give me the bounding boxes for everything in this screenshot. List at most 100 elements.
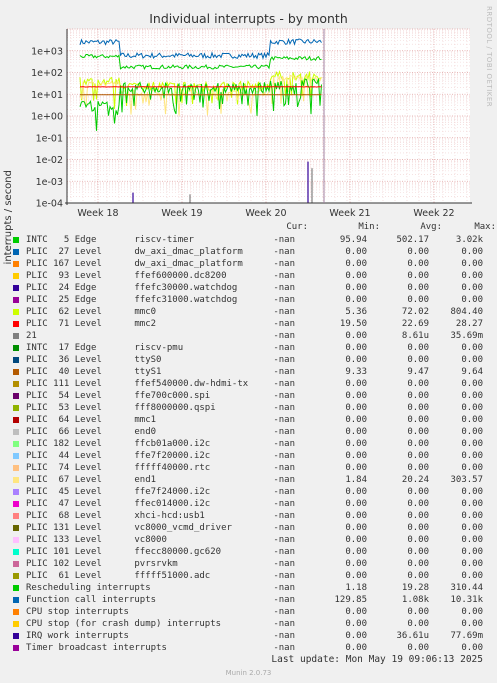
x-tick-label: Week 22 xyxy=(413,208,454,219)
legend-max: 0.00 xyxy=(461,547,483,557)
legend-cur: -nan xyxy=(273,283,295,293)
legend-cur: -nan xyxy=(273,355,295,365)
legend-avg: 0.00 xyxy=(407,283,429,293)
legend-avg: 72.02 xyxy=(401,307,429,317)
legend-avg: 0.00 xyxy=(407,391,429,401)
legend-max: 0.00 xyxy=(461,415,483,425)
legend-swatch xyxy=(13,573,19,579)
legend-row: PLIC 45 Level ffe7f24000.i2c -nan 0.00 0.00… xyxy=(13,486,493,498)
legend-swatch xyxy=(13,621,19,627)
legend-cur: -nan xyxy=(273,451,295,461)
legend-swatch xyxy=(13,285,19,291)
legend-label: PLIC 25 Edge ffefc31000.watchdog xyxy=(26,295,238,305)
legend-label: PLIC 45 Level ffe7f24000.i2c xyxy=(26,487,211,497)
legend-avg: 36.61u xyxy=(396,631,429,641)
legend-cur: -nan xyxy=(273,559,295,569)
legend-cur: -nan xyxy=(273,367,295,377)
legend-row: PLIC 36 Level ttyS0 -nan 0.00 0.00 0.00 xyxy=(13,354,493,366)
legend-swatch xyxy=(13,525,19,531)
legend-max: 0.00 xyxy=(461,403,483,413)
legend-label: PLIC 44 Level ffe7f20000.i2c xyxy=(26,451,211,461)
legend-max: 35.69m xyxy=(450,331,483,341)
legend-min: 0.00 xyxy=(345,283,367,293)
legend-max: 0.00 xyxy=(461,271,483,281)
legend-max: 0.00 xyxy=(461,523,483,533)
legend-min: 0.00 xyxy=(345,259,367,269)
legend-min: 0.00 xyxy=(345,631,367,641)
legend-swatch xyxy=(13,321,19,327)
legend-swatch xyxy=(13,465,19,471)
legend-avg: 0.00 xyxy=(407,559,429,569)
legend-swatch xyxy=(13,309,19,315)
legend-max: 0.00 xyxy=(461,487,483,497)
legend-row: INTC 17 Edge riscv-pmu -nan 0.00 0.00 0.00 xyxy=(13,342,493,354)
legend-label: PLIC 27 Level dw_axi_dmac_platform xyxy=(26,247,243,257)
legend-max: 77.69m xyxy=(450,631,483,641)
legend-avg: 0.00 xyxy=(407,547,429,557)
legend-avg: 0.00 xyxy=(407,535,429,545)
legend-cur: -nan xyxy=(273,319,295,329)
legend-label: 21 xyxy=(26,331,37,341)
legend-avg: 0.00 xyxy=(407,247,429,257)
legend-swatch xyxy=(13,405,19,411)
legend-cur: -nan xyxy=(273,439,295,449)
legend-cur: -nan xyxy=(273,259,295,269)
legend-label: PLIC 62 Level mmc0 xyxy=(26,307,157,317)
legend-label: INTC 5 Edge riscv-timer xyxy=(26,235,194,245)
legend-max: 0.00 xyxy=(461,511,483,521)
legend-cur: -nan xyxy=(273,547,295,557)
legend-label: Rescheduling interrupts xyxy=(26,583,151,593)
legend-min: 0.00 xyxy=(345,247,367,257)
legend-swatch xyxy=(13,537,19,543)
legend-avg: 502.17 xyxy=(396,235,429,245)
legend-swatch xyxy=(13,345,19,351)
legend-row: IRQ work interrupts -nan 0.00 36.61u 77.69m xyxy=(13,630,493,642)
legend-max: 0.00 xyxy=(461,619,483,629)
legend-avg: 0.00 xyxy=(407,463,429,473)
legend-min: 0.00 xyxy=(345,643,367,653)
munin-version: Munin 2.0.73 xyxy=(225,669,272,677)
legend-label: PLIC 182 Level ffcb01a000.i2c xyxy=(26,439,211,449)
legend-swatch xyxy=(13,369,19,375)
legend-min: 0.00 xyxy=(345,559,367,569)
legend-max: 28.27 xyxy=(455,319,483,329)
y-tick-label: 1e+03 xyxy=(31,46,63,57)
legend-cur: -nan xyxy=(273,475,295,485)
legend-max: 0.00 xyxy=(461,355,483,365)
legend-swatch xyxy=(13,237,19,243)
legend-max: 3.02k xyxy=(455,235,483,245)
legend-avg: 0.00 xyxy=(407,343,429,353)
legend-cur: -nan xyxy=(273,535,295,545)
legend-max: 9.64 xyxy=(461,367,483,377)
legend-swatch xyxy=(13,549,19,555)
legend-cur: -nan xyxy=(273,295,295,305)
legend-max: 0.00 xyxy=(461,247,483,257)
legend-cur: -nan xyxy=(273,271,295,281)
legend-label: PLIC 61 Level fffff51000.adc xyxy=(26,571,211,581)
legend-max: 0.00 xyxy=(461,643,483,653)
legend-avg: 0.00 xyxy=(407,451,429,461)
legend-min: 129.85 xyxy=(334,595,367,605)
legend-min: 0.00 xyxy=(345,571,367,581)
legend-max: 0.00 xyxy=(461,283,483,293)
legend-swatch xyxy=(13,489,19,495)
legend-label: INTC 17 Edge riscv-pmu xyxy=(26,343,184,353)
legend-label: PLIC 133 Level vc8000 xyxy=(26,535,167,545)
legend-min: 0.00 xyxy=(345,379,367,389)
y-tick-label: 1e+02 xyxy=(31,68,63,79)
legend-avg: 0.00 xyxy=(407,259,429,269)
legend-max: 0.00 xyxy=(461,391,483,401)
legend-cur: -nan xyxy=(273,391,295,401)
legend-row: PLIC 40 Level ttyS1 -nan 9.33 9.47 9.64 xyxy=(13,366,493,378)
header-cur: Cur: xyxy=(286,222,308,232)
legend-max: 303.57 xyxy=(450,475,483,485)
legend-label: PLIC 74 Level fffff40000.rtc xyxy=(26,463,211,473)
legend-cur: -nan xyxy=(273,523,295,533)
legend-avg: 0.00 xyxy=(407,619,429,629)
legend-swatch xyxy=(13,645,19,651)
legend-row: INTC 5 Edge riscv-timer -nan 95.94 502.17 3.… xyxy=(13,234,493,246)
legend-label: CPU stop interrupts xyxy=(26,607,129,617)
legend-avg: 0.00 xyxy=(407,643,429,653)
legend-avg: 0.00 xyxy=(407,511,429,521)
legend-cur: -nan xyxy=(273,307,295,317)
